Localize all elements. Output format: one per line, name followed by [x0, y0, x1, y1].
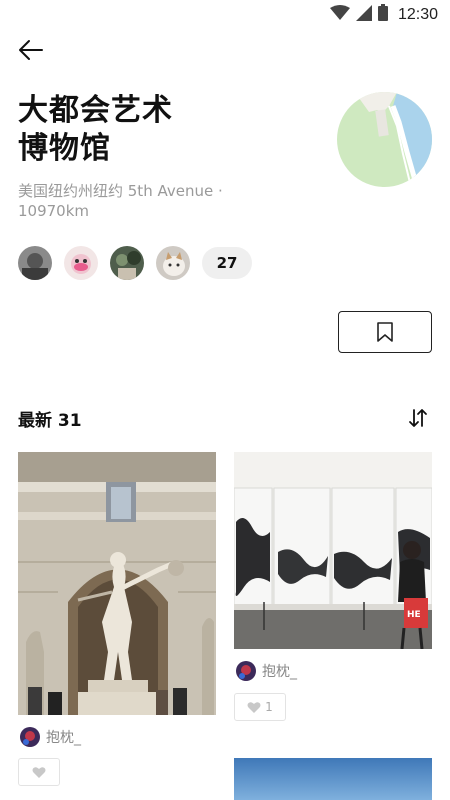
visitor-avatar[interactable] [110, 246, 144, 280]
back-arrow-icon [19, 40, 43, 60]
sort-button[interactable] [404, 405, 432, 431]
place-title-line1: 大都会艺术 [18, 93, 173, 128]
post-card[interactable]: HE 抱枕_ 1 [234, 452, 432, 732]
visitors-row: 27 [18, 246, 252, 280]
heart-icon [32, 766, 46, 778]
map-thumbnail[interactable] [337, 92, 432, 187]
visitor-avatar[interactable] [156, 246, 190, 280]
visitor-count-badge[interactable]: 27 [202, 247, 252, 279]
like-button[interactable]: 1 [234, 693, 286, 721]
bookmark-icon [377, 322, 393, 342]
post-author[interactable]: 抱枕_ [20, 727, 81, 747]
place-title: 大都会艺术 博物馆 [18, 92, 318, 168]
author-avatar [236, 661, 256, 681]
place-address-line1: 美国纽约州纽约 5th Avenue · [18, 182, 223, 200]
place-address: 美国纽约州纽约 5th Avenue · 10970km [18, 181, 278, 221]
like-count: 1 [265, 700, 273, 714]
place-title-line2: 博物馆 [18, 131, 111, 166]
post-photo[interactable]: HE [234, 452, 432, 649]
author-avatar [20, 727, 40, 747]
status-icons: 12:30 [329, 4, 438, 25]
post-photo[interactable] [234, 758, 432, 800]
sort-icon [409, 409, 427, 427]
battery-icon [377, 4, 388, 25]
back-button[interactable] [14, 34, 48, 66]
place-address-line2: 10970km [18, 202, 90, 220]
like-button[interactable] [18, 758, 60, 786]
wifi-icon [329, 4, 350, 25]
author-name: 抱枕_ [46, 730, 81, 746]
posts-section-header: 最新 31 [18, 405, 432, 431]
svg-text:HE: HE [407, 610, 421, 620]
bookmark-button[interactable] [338, 311, 432, 353]
status-time: 12:30 [397, 5, 438, 23]
status-bar: 12:30 [0, 0, 450, 28]
visitor-avatar[interactable] [64, 246, 98, 280]
heart-icon [247, 701, 261, 713]
author-name: 抱枕_ [262, 664, 297, 680]
post-photo[interactable] [18, 452, 216, 715]
posts-section-title: 最新 31 [18, 410, 82, 431]
post-card[interactable] [234, 758, 432, 800]
post-author[interactable]: 抱枕_ [236, 661, 297, 681]
post-card[interactable]: 抱枕_ [18, 452, 216, 792]
visitor-avatar[interactable] [18, 246, 52, 280]
signal-icon [355, 4, 372, 25]
